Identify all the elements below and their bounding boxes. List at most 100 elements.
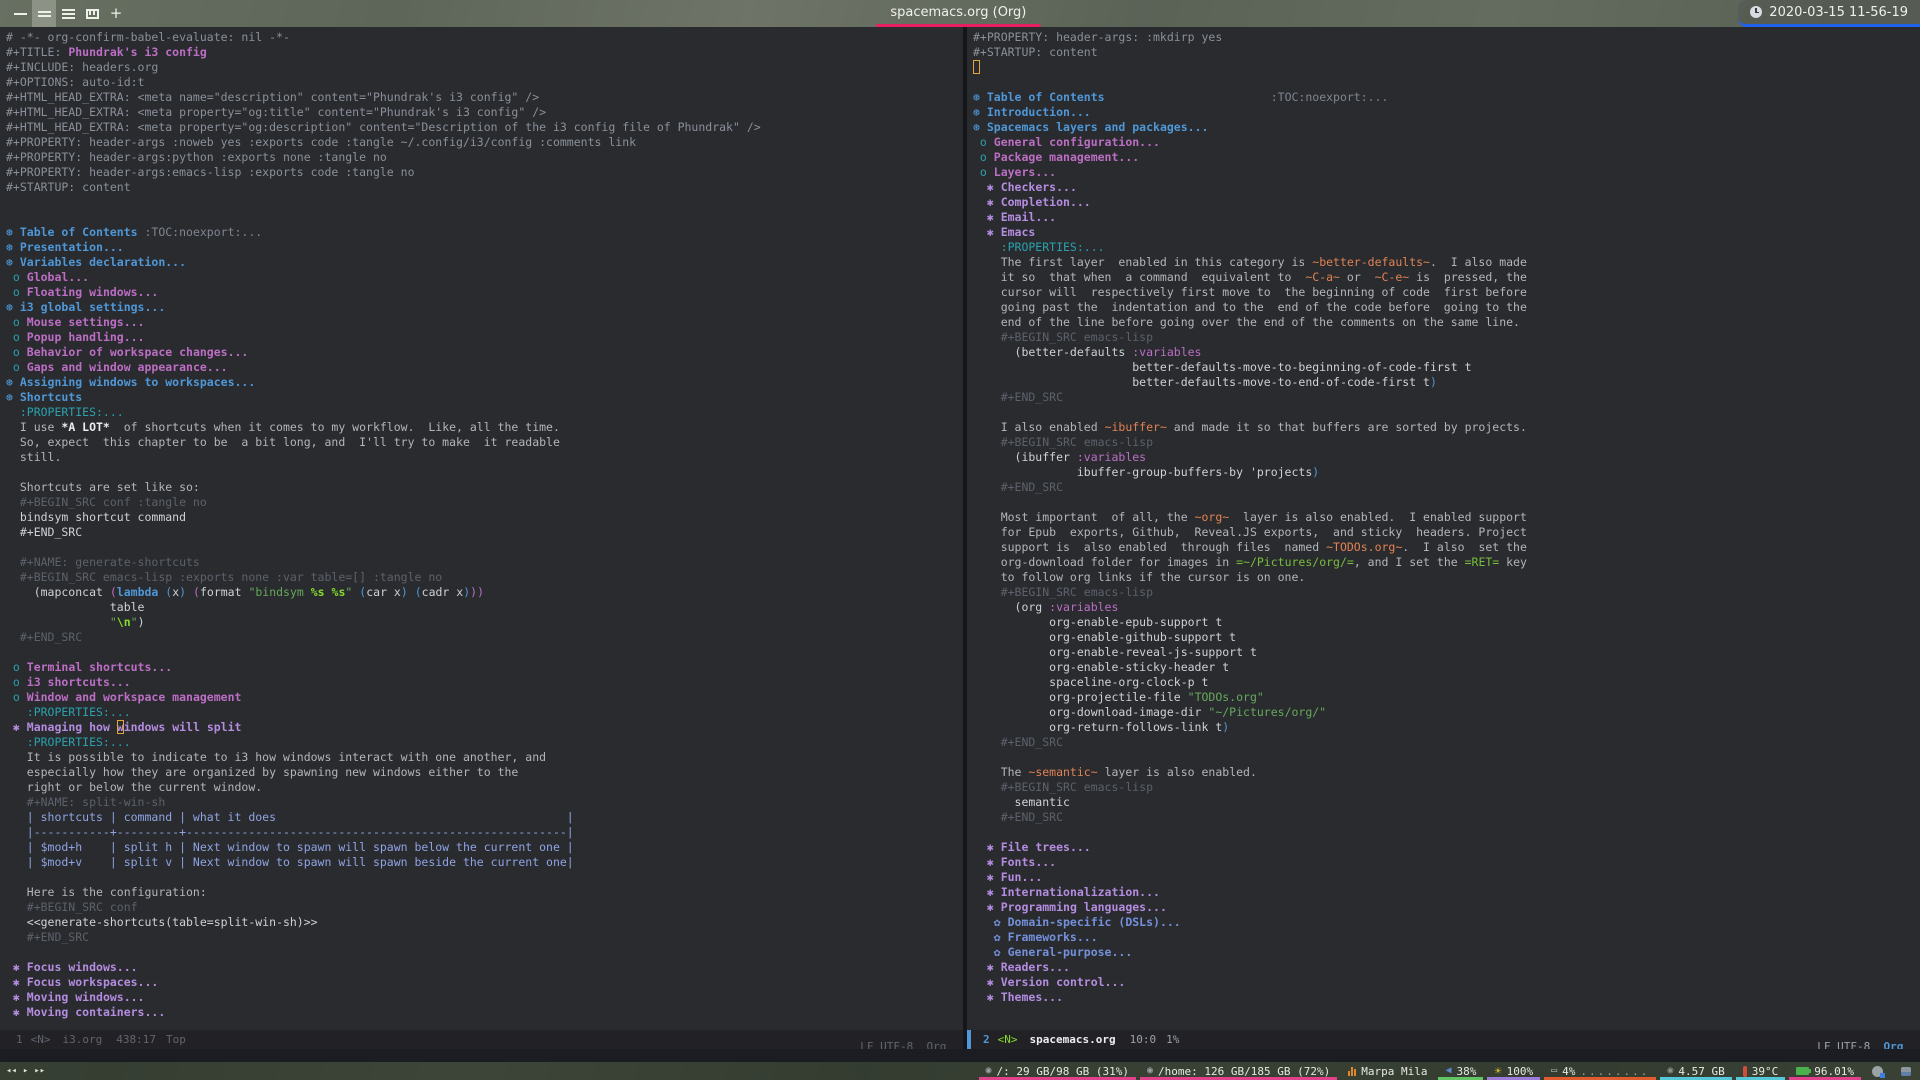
editor-line[interactable]: ✿ Frameworks... (973, 930, 1920, 945)
editor-line[interactable]: o Behavior of workspace changes... (6, 345, 963, 360)
editor-line[interactable]: #+BEGIN_SRC emacs-lisp (973, 435, 1920, 450)
volume-module[interactable]: ◀ 38% (1436, 1062, 1485, 1080)
editor-line[interactable]: o Global... (6, 270, 963, 285)
editor-line[interactable] (6, 540, 963, 555)
editor-line[interactable]: (better-defaults :variables (973, 345, 1920, 360)
editor-line[interactable]: o Window and workspace management (6, 690, 963, 705)
editor-line[interactable]: #+END_SRC (973, 735, 1920, 750)
editor-line[interactable] (973, 750, 1920, 765)
editor-line[interactable]: ⊛ Introduction... (973, 105, 1920, 120)
modeline-right[interactable]: 2 <N> spacemacs.org 10:0 1% LF UTF-8 Org (967, 1030, 1920, 1053)
editor-line[interactable]: #+HTML_HEAD_EXTRA: <meta property="og:de… (6, 120, 963, 135)
editor-line[interactable]: bindsym shortcut command (6, 510, 963, 525)
discord-tray-module[interactable] (1863, 1062, 1892, 1080)
editor-line[interactable]: Shortcuts are set like so: (6, 480, 963, 495)
editor-line[interactable]: ⊛ i3 global settings... (6, 300, 963, 315)
editor-line[interactable]: ✱ Managing how windows will split (6, 720, 963, 735)
editor-line[interactable]: o Floating windows... (6, 285, 963, 300)
editor-line[interactable]: #+HTML_HEAD_EXTRA: <meta property="og:ti… (6, 105, 963, 120)
editor-line[interactable]: :PROPERTIES:... (6, 405, 963, 420)
editor-line[interactable]: ✱ Moving containers... (6, 1005, 963, 1020)
editor-line[interactable]: cursor will respectively first move to t… (973, 285, 1920, 300)
editor-line[interactable]: #+END_SRC (973, 390, 1920, 405)
editor-line[interactable]: it so that when a command equivalent to … (973, 270, 1920, 285)
editor-line[interactable]: The first layer enabled in this category… (973, 255, 1920, 270)
temperature-module[interactable]: 39°C (1734, 1062, 1788, 1080)
editor-line[interactable]: #+STARTUP: content (6, 180, 963, 195)
editor-line[interactable]: So, expect this chapter to be a bit long… (6, 435, 963, 450)
editor-line[interactable]: org-download folder for images in =~/Pic… (973, 555, 1920, 570)
memory-module[interactable]: ◉ 4.57 GB (1658, 1062, 1733, 1080)
editor-line[interactable]: #+BEGIN_SRC conf :tangle no (6, 495, 963, 510)
editor-line[interactable]: o Terminal shortcuts... (6, 660, 963, 675)
editor-line[interactable]: #+END_SRC (6, 525, 963, 540)
editor-line[interactable]: ⊛ Table of Contents :TOC:noexport:... (6, 225, 963, 240)
editor-line[interactable]: ⊛ Presentation... (6, 240, 963, 255)
editor-line[interactable]: |-----------+---------+-----------------… (6, 825, 963, 840)
music-module[interactable]: Marpa Mila (1339, 1062, 1436, 1080)
editor-line[interactable]: ✱ File trees... (973, 840, 1920, 855)
editor-line[interactable]: I also enabled ~ibuffer~ and made it so … (973, 420, 1920, 435)
editor-line[interactable]: #+BEGIN_SRC emacs-lisp (973, 780, 1920, 795)
editor-line[interactable] (6, 870, 963, 885)
editor-line[interactable]: #+INCLUDE: headers.org (6, 60, 963, 75)
editor-line[interactable]: ✱ Fonts... (973, 855, 1920, 870)
editor-line[interactable]: #+END_SRC (6, 930, 963, 945)
editor-line[interactable]: org-enable-reveal-js-support t (973, 645, 1920, 660)
editor-line[interactable]: :PROPERTIES:... (973, 240, 1920, 255)
editor-line[interactable]: #+BEGIN_SRC emacs-lisp (973, 585, 1920, 600)
editor-line[interactable]: #+END_SRC (973, 810, 1920, 825)
emacs-window-spacemacs-org[interactable]: #+PROPERTY: header-args: :mkdirp yes #+ST… (967, 27, 1920, 1053)
editor-line[interactable]: ✱ Programming languages... (973, 900, 1920, 915)
editor-line[interactable]: org-return-follows-link t) (973, 720, 1920, 735)
modeline-left[interactable]: 1 <N> i3.org 438:17 Top LF UTF-8 Org (0, 1030, 963, 1053)
editor-line[interactable]: | shortcuts | command | what it does | (6, 810, 963, 825)
editor-line[interactable]: ✱ Emacs (973, 225, 1920, 240)
editor-line[interactable] (6, 465, 963, 480)
editor-line[interactable]: "\n") (6, 615, 963, 630)
editor-line[interactable]: #+END_SRC (973, 480, 1920, 495)
editor-line[interactable]: ✱ Checkers... (973, 180, 1920, 195)
editor-line[interactable]: org-projectile-file "TODOs.org" (973, 690, 1920, 705)
editor-line[interactable]: still. (6, 450, 963, 465)
editor-line[interactable]: # -*- org-confirm-babel-evaluate: nil -*… (6, 30, 963, 45)
editor-line[interactable]: :PROPERTIES:... (6, 735, 963, 750)
editor-line[interactable]: o Package management... (973, 150, 1920, 165)
editor-line[interactable]: ✱ Focus windows... (6, 960, 963, 975)
next-icon[interactable]: ▸▸ (34, 1066, 45, 1076)
editor-line[interactable]: The ~semantic~ layer is also enabled. (973, 765, 1920, 780)
editor-line[interactable]: #+BEGIN_SRC emacs-lisp (973, 330, 1920, 345)
buffer-spacemacs-org[interactable]: #+PROPERTY: header-args: :mkdirp yes #+ST… (967, 27, 1920, 1030)
editor-line[interactable]: ✱ Readers... (973, 960, 1920, 975)
workspace-1[interactable] (8, 0, 32, 27)
editor-line[interactable]: ✿ Domain-specific (DSLs)... (973, 915, 1920, 930)
editor-line[interactable]: ⊛ Variables declaration... (6, 255, 963, 270)
editor-line[interactable]: end of the line before going over the en… (973, 315, 1920, 330)
editor-line[interactable]: #+PROPERTY: header-args:emacs-lisp :expo… (6, 165, 963, 180)
network-tray-module[interactable] (1892, 1062, 1920, 1080)
editor-line[interactable]: #+BEGIN_SRC conf (6, 900, 963, 915)
workspace-3[interactable] (56, 0, 80, 27)
editor-line[interactable]: ibuffer-group-buffers-by 'projects) (973, 465, 1920, 480)
editor-line[interactable]: ✱ Completion... (973, 195, 1920, 210)
editor-line[interactable]: o Layers... (973, 165, 1920, 180)
editor-line[interactable]: Here is the configuration: (6, 885, 963, 900)
editor-line[interactable]: better-defaults-move-to-end-of-code-firs… (973, 375, 1920, 390)
editor-line[interactable]: ✿ General-purpose... (973, 945, 1920, 960)
editor-line[interactable]: #+HTML_HEAD_EXTRA: <meta name="descripti… (6, 90, 963, 105)
editor-line[interactable] (973, 75, 1920, 90)
editor-line[interactable]: ✱ Internationalization... (973, 885, 1920, 900)
editor-line[interactable]: #+PROPERTY: header-args :noweb yes :expo… (6, 135, 963, 150)
editor-line[interactable]: ✱ Themes... (973, 990, 1920, 1005)
editor-line[interactable]: ✱ Focus workspaces... (6, 975, 963, 990)
editor-line[interactable]: #+NAME: generate-shortcuts (6, 555, 963, 570)
editor-line[interactable] (6, 945, 963, 960)
editor-line[interactable]: o General configuration... (973, 135, 1920, 150)
editor-line[interactable]: ⊛ Spacemacs layers and packages... (973, 120, 1920, 135)
editor-line[interactable] (6, 645, 963, 660)
editor-line[interactable]: spaceline-org-clock-p t (973, 675, 1920, 690)
editor-line[interactable]: It is possible to indicate to i3 how win… (6, 750, 963, 765)
editor-line[interactable]: org-enable-github-support t (973, 630, 1920, 645)
editor-line[interactable]: ✱ Email... (973, 210, 1920, 225)
editor-line[interactable]: ⊛ Assigning windows to workspaces... (6, 375, 963, 390)
